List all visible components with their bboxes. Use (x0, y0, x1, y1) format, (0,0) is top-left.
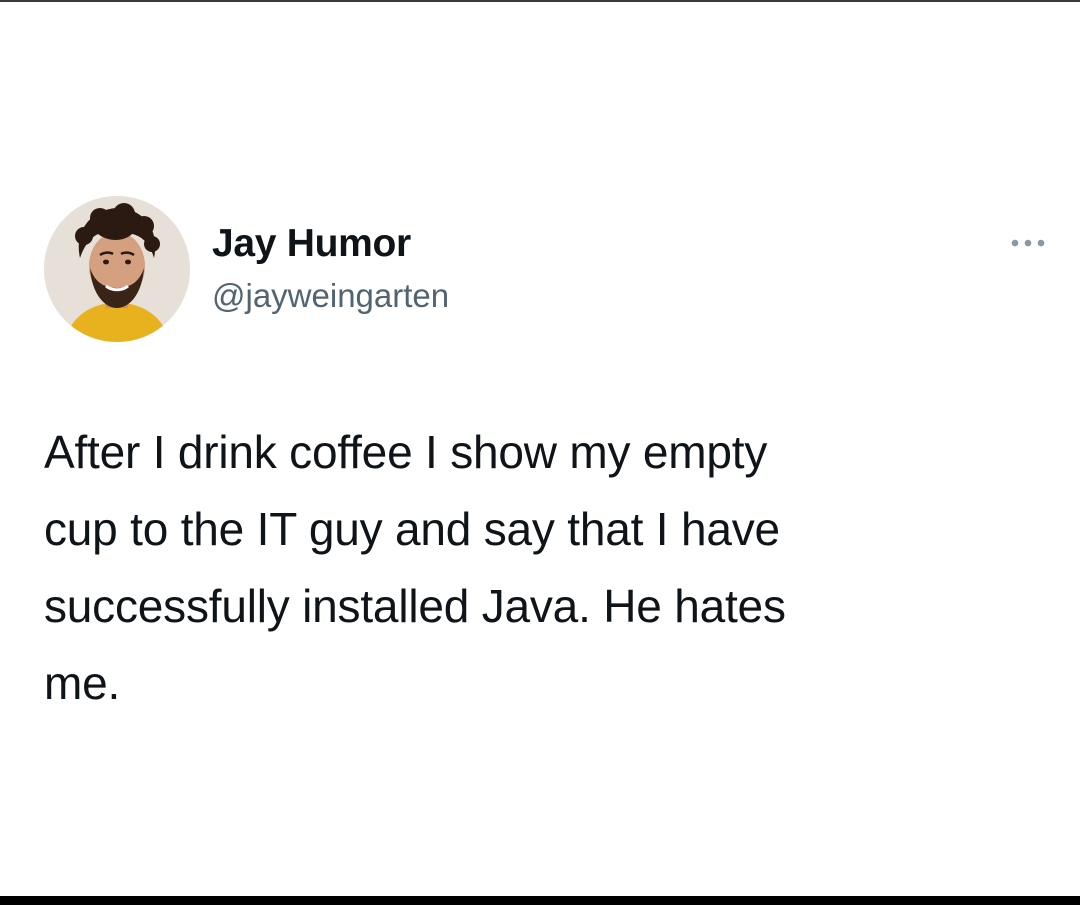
tweet-card: Jay Humor @jayweingarten After I drink c… (0, 0, 1080, 896)
more-options-icon[interactable] (1006, 233, 1050, 253)
avatar[interactable] (44, 196, 190, 342)
user-handle[interactable]: @jayweingarten (212, 277, 449, 315)
bottom-border (0, 896, 1080, 905)
display-name[interactable]: Jay Humor (212, 222, 411, 266)
profile-photo-icon (44, 196, 190, 342)
tweet-text: After I drink coffee I show my empty cup… (44, 426, 786, 709)
